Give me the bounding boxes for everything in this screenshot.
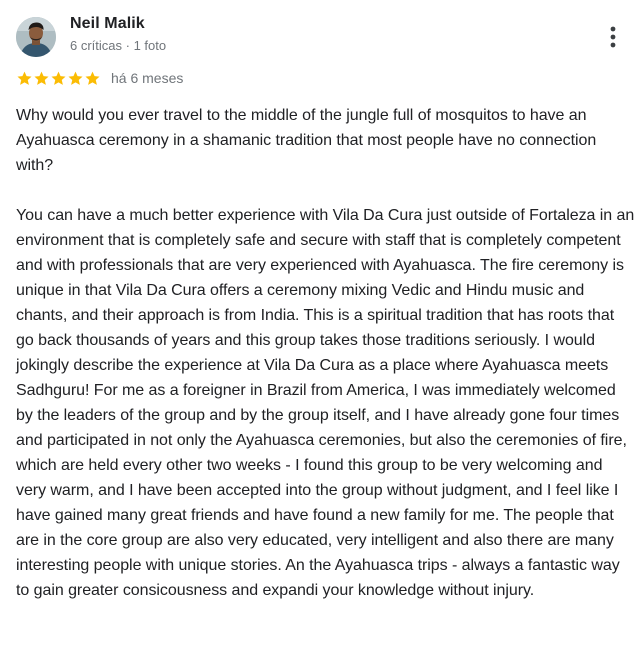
reviewer-meta[interactable]: 6 críticas · 1 foto bbox=[70, 38, 166, 53]
more-options-button[interactable] bbox=[600, 22, 626, 52]
star-icon bbox=[85, 71, 100, 85]
review-time: há 6 meses bbox=[111, 70, 184, 86]
review-paragraph-1: Why would you ever travel to the middle … bbox=[16, 107, 597, 174]
review-paragraph-2: You can have a much better experience wi… bbox=[16, 207, 635, 599]
star-icon bbox=[51, 71, 66, 85]
star-icon bbox=[17, 71, 32, 85]
avatar-photo bbox=[16, 17, 56, 57]
star-icon bbox=[68, 71, 83, 85]
star-icon bbox=[34, 71, 49, 85]
review-text: Why would you ever travel to the middle … bbox=[16, 103, 636, 603]
more-vert-icon bbox=[610, 26, 616, 48]
star-rating bbox=[16, 70, 101, 87]
reviewer-name[interactable]: Neil Malik bbox=[70, 15, 145, 33]
reviewer-avatar[interactable] bbox=[16, 17, 56, 57]
rating-row: há 6 meses bbox=[16, 69, 183, 87]
